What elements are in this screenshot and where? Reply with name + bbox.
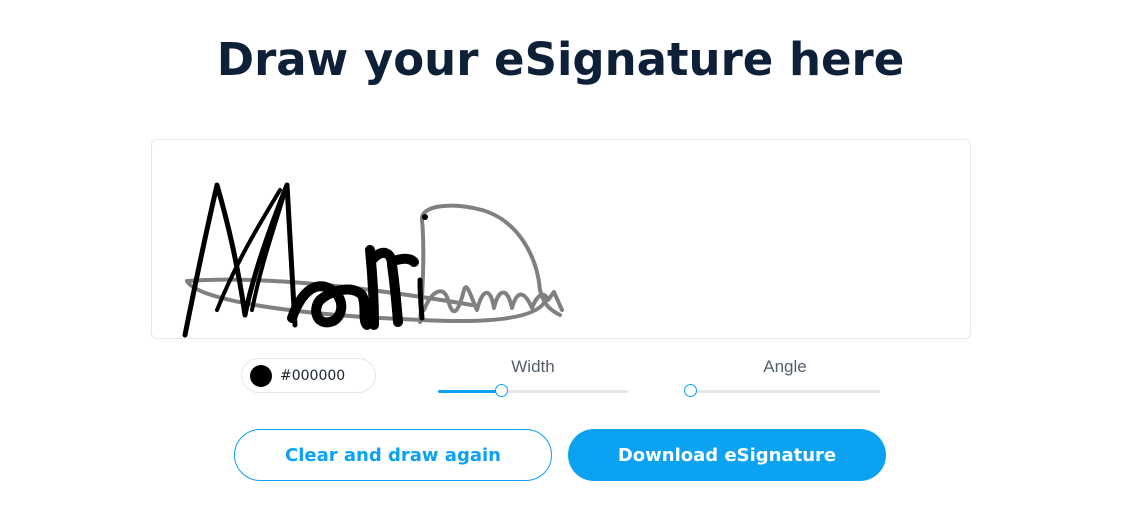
width-slider-thumb[interactable] — [495, 384, 508, 397]
angle-slider-group: Angle — [684, 356, 880, 401]
width-slider[interactable] — [438, 384, 628, 397]
color-swatch — [250, 364, 272, 387]
angle-slider[interactable] — [684, 384, 880, 397]
clear-and-draw-again-button[interactable]: Clear and draw again — [234, 429, 552, 481]
color-hex-value: #000000 — [280, 367, 346, 384]
download-esignature-button[interactable]: Download eSignature — [568, 429, 886, 481]
angle-slider-thumb[interactable] — [684, 384, 697, 397]
width-label: Width — [511, 357, 555, 376]
page-title: Draw your eSignature here — [216, 33, 905, 86]
angle-label: Angle — [763, 357, 807, 376]
width-slider-group: Width — [438, 356, 628, 401]
width-slider-fill — [438, 390, 501, 393]
signature-drawing — [182, 182, 564, 338]
signature-canvas[interactable] — [151, 139, 971, 339]
esignature-page: Draw your eSignature here #000000 Width … — [0, 0, 1121, 506]
pen-color-picker[interactable]: #000000 — [241, 358, 376, 393]
